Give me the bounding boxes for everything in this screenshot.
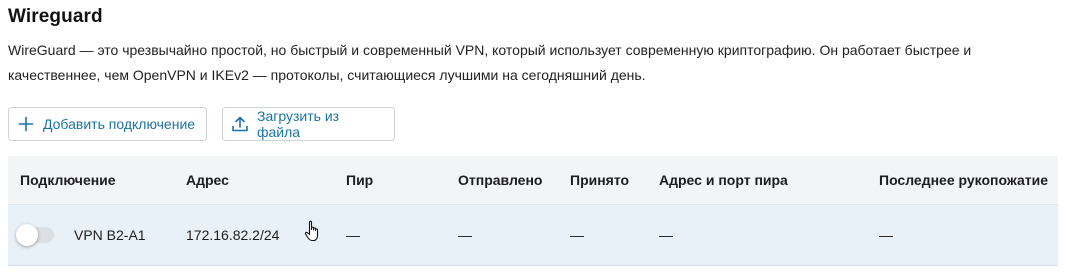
connection-cell: VPN B2-A1: [16, 205, 146, 265]
column-header-address[interactable]: Адрес: [186, 156, 229, 204]
upload-from-file-label: Загрузить из файла: [257, 108, 340, 140]
toggle-knob: [16, 224, 38, 246]
address-cell: 172.16.82.2/24: [186, 227, 280, 243]
plus-icon: [17, 115, 35, 133]
connection-toggle[interactable]: [16, 224, 54, 246]
column-header-peer[interactable]: Пир: [346, 156, 373, 204]
column-header-connection[interactable]: Подключение: [20, 156, 116, 204]
connections-table: Подключение Адрес Пир Отправлено Принято…: [8, 156, 1058, 266]
add-connection-label: Добавить подключение: [43, 116, 196, 132]
hand-pointer-cursor-icon: [304, 219, 324, 245]
page-title: Wireguard: [8, 6, 103, 27]
table-row[interactable]: VPN B2-A1 172.16.82.2/24 — — — — —: [8, 205, 1058, 266]
table-header: Подключение Адрес Пир Отправлено Принято…: [8, 156, 1058, 205]
column-header-peer-address[interactable]: Адрес и порт пира: [659, 156, 788, 204]
received-cell: —: [570, 227, 584, 243]
column-header-sent[interactable]: Отправлено: [458, 156, 542, 204]
peer-address-cell: —: [659, 227, 673, 243]
peer-cell: —: [346, 227, 360, 243]
last-handshake-cell: —: [879, 227, 893, 243]
sent-cell: —: [458, 227, 472, 243]
connection-name[interactable]: VPN B2-A1: [74, 227, 146, 243]
column-header-last-handshake[interactable]: Последнее рукопожатие: [879, 156, 1048, 204]
upload-icon: [231, 115, 249, 133]
upload-from-file-button[interactable]: Загрузить из файла: [222, 107, 395, 141]
add-connection-button[interactable]: Добавить подключение: [8, 107, 207, 141]
page-description: WireGuard — это чрезвычайно простой, но …: [8, 42, 972, 83]
column-header-received[interactable]: Принято: [570, 156, 629, 204]
